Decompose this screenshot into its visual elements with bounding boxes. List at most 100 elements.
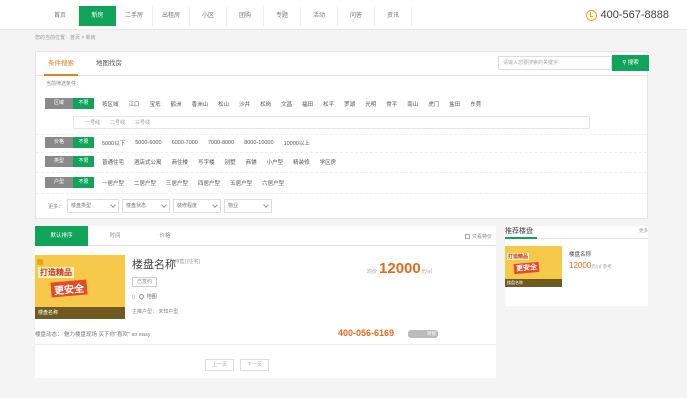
filter-panel: 条件搜索 地图找房 请输入您要搜索的关键字 ⚲ 搜索 当前筛选条件： 区域 不限… [35,51,649,219]
nav-item-topics[interactable]: 专题 [264,6,301,26]
filter-area-option[interactable]: 福田 [297,100,318,108]
more-filters: 更多： 楼盘类型 楼盘状态 装修程度 物业 [48,198,275,214]
nav-item-new-house[interactable]: 新房 [79,6,116,26]
filter-price-option[interactable]: 5000以下 [97,139,130,147]
filter-layout-option[interactable]: 六居户型 [257,179,289,187]
filter-area-option[interactable]: 文昌 [276,100,297,108]
search-input[interactable]: 请输入您要搜索的关键字 [498,56,612,70]
nav-item-activities[interactable]: 活动 [301,6,338,26]
filter-area-option[interactable]: 虎门 [423,100,444,108]
filter-type-option[interactable]: 小户型 [262,158,289,166]
filter-area-option[interactable]: 盐田 [444,100,465,108]
filter-price-option[interactable]: 8000-10000 [239,140,278,146]
filter-area-option[interactable]: 鹤洲 [166,100,187,108]
search-button[interactable]: ⚲ 搜索 [612,55,649,71]
filter-area-option[interactable]: 沙井 [234,100,255,108]
sort-tab-price[interactable]: 价格 [145,226,185,246]
select-decoration[interactable]: 装修程度 [173,199,222,213]
recommended-price: 12000 元/㎡ 参考 [569,261,612,270]
listing-thumbnail[interactable]: 打造精品 更安全 楼盘名称 [35,255,125,319]
filter-label-price: 价格 [45,137,73,148]
more-filters-label: 更多： [48,203,64,210]
filter-area-option[interactable]: 松平 [318,100,339,108]
listing-location[interactable]: ▯ 地图 [132,292,157,301]
filter-area-option[interactable]: 江口 [124,100,145,108]
select-property-type[interactable]: 楼盘类型 [67,199,120,213]
filter-area-option[interactable]: 罗湖 [339,100,360,108]
filter-area-option[interactable]: 常平 [381,100,402,108]
select-sale-status[interactable]: 楼盘状态 [122,199,171,213]
nav-item-news[interactable]: 资讯 [375,6,412,26]
bargain-checkbox[interactable] [464,234,470,239]
sidebar-more-link[interactable]: 更多 [639,228,648,234]
nav-item-community[interactable]: 小区 [190,6,227,26]
filter-type-option[interactable]: 精装修 [288,158,315,166]
filter-price-option[interactable]: 7000-8000 [203,140,239,146]
location-link[interactable]: 地图 [147,293,157,300]
hotline-number: 400-567-8888 [600,9,669,21]
filter-area-option[interactable]: 松山 [213,100,234,108]
filter-area-option[interactable]: 宝坻 [145,100,166,108]
filter-type-option[interactable]: 别墅 [220,158,241,166]
transfer-badge[interactable]: 转接 [408,330,438,338]
filter-area-option[interactable]: 香洲山 [187,100,214,108]
sort-tab-default[interactable]: 默认排序 [35,226,88,246]
filter-type-option[interactable]: 酒店式公寓 [129,158,167,166]
filter-area-option[interactable]: 按区域 [97,100,124,108]
filter-area-option[interactable]: 东莞 [465,100,486,108]
filter-row-type: 类型 不限 普通住宅 酒店式公寓 商住楼 写字楼 别墅 商铺 小户型 精装修 学… [45,155,341,168]
listing-name[interactable]: 楼盘名称 [132,256,176,272]
filter-layout-option[interactable]: 五居户型 [225,179,257,187]
nav-item-group-buy[interactable]: 团购 [227,6,264,26]
prev-page-button[interactable]: 上一页 [205,359,234,371]
filter-type-option[interactable]: 商住楼 [167,158,194,166]
filter-metro-line-option[interactable]: 一号线 [80,119,105,126]
filter-type-option[interactable]: 写字楼 [193,158,220,166]
filter-type-option[interactable]: 普通住宅 [97,158,129,166]
filter-label-area: 区域 [45,98,73,109]
filter-price-option[interactable]: 5000-6000 [130,140,166,146]
filter-metro-line-option[interactable]: 三号线 [130,119,155,126]
filter-type-option[interactable]: 学区房 [315,158,342,166]
nav-item-second-hand[interactable]: 二手房 [116,6,153,26]
filter-metro-line-option[interactable]: 二号线 [105,119,130,126]
tab-condition-search[interactable]: 条件搜索 [44,52,78,76]
filter-layout-option[interactable]: 四居户型 [193,179,225,187]
main-nav: 首页 新房 二手房 出租房 小区 团购 专题 活动 问答 资讯 [42,6,412,26]
filter-type-option[interactable]: 商铺 [241,158,262,166]
nav-item-home[interactable]: 首页 [42,6,79,26]
recommended-name[interactable]: 楼盘名称 [569,250,591,258]
chevron-down-icon [212,202,218,208]
next-page-button[interactable]: 下一页 [240,359,269,371]
filter-area-sub-options: 一号线 二号线 三号线 [73,116,590,129]
location-marker: ▯ [132,293,135,300]
nav-item-qa[interactable]: 问答 [338,6,375,26]
current-conditions-label: 当前筛选条件： [46,81,82,87]
filter-price-all[interactable]: 不限 [73,137,94,148]
tab-map-search[interactable]: 地图找房 [92,52,126,76]
filter-price-option[interactable]: 10000以上 [279,139,315,147]
chevron-down-icon [263,202,269,208]
filter-layout-option[interactable]: 一居户型 [97,179,129,187]
filter-type-all[interactable]: 不限 [73,156,94,167]
filter-price-option[interactable]: 6000-7000 [167,140,203,146]
recommended-price-value: 12000 [569,261,592,270]
thumb-promo-line-1: 打造精品 [38,267,74,278]
search-mode-tabs: 条件搜索 地图找房 请输入您要搜索的关键字 ⚲ 搜索 [36,52,649,76]
nav-item-rental[interactable]: 出租房 [153,6,190,26]
filter-area-option[interactable]: 松岗 [255,100,276,108]
sort-tab-time[interactable]: 时间 [95,226,135,246]
price-unit: 元/㎡ [420,269,433,275]
filter-area-all[interactable]: 不限 [73,98,94,109]
select-property-mgmt[interactable]: 物业 [224,199,273,213]
row-divider [36,134,647,135]
filter-area-option[interactable]: 光明 [360,100,381,108]
filter-layout-all[interactable]: 不限 [73,177,94,188]
search-button-label: 搜索 [627,60,639,66]
filter-area-option[interactable]: 南山 [402,100,423,108]
sidebar-title: 推荐楼盘 [505,226,537,239]
bargain-filter[interactable]: 只看特价 [464,233,492,240]
recommended-thumbnail[interactable]: 打造精品 更安全 楼盘名称 [505,246,562,287]
filter-layout-option[interactable]: 三居户型 [161,179,193,187]
filter-layout-option[interactable]: 二居户型 [129,179,161,187]
